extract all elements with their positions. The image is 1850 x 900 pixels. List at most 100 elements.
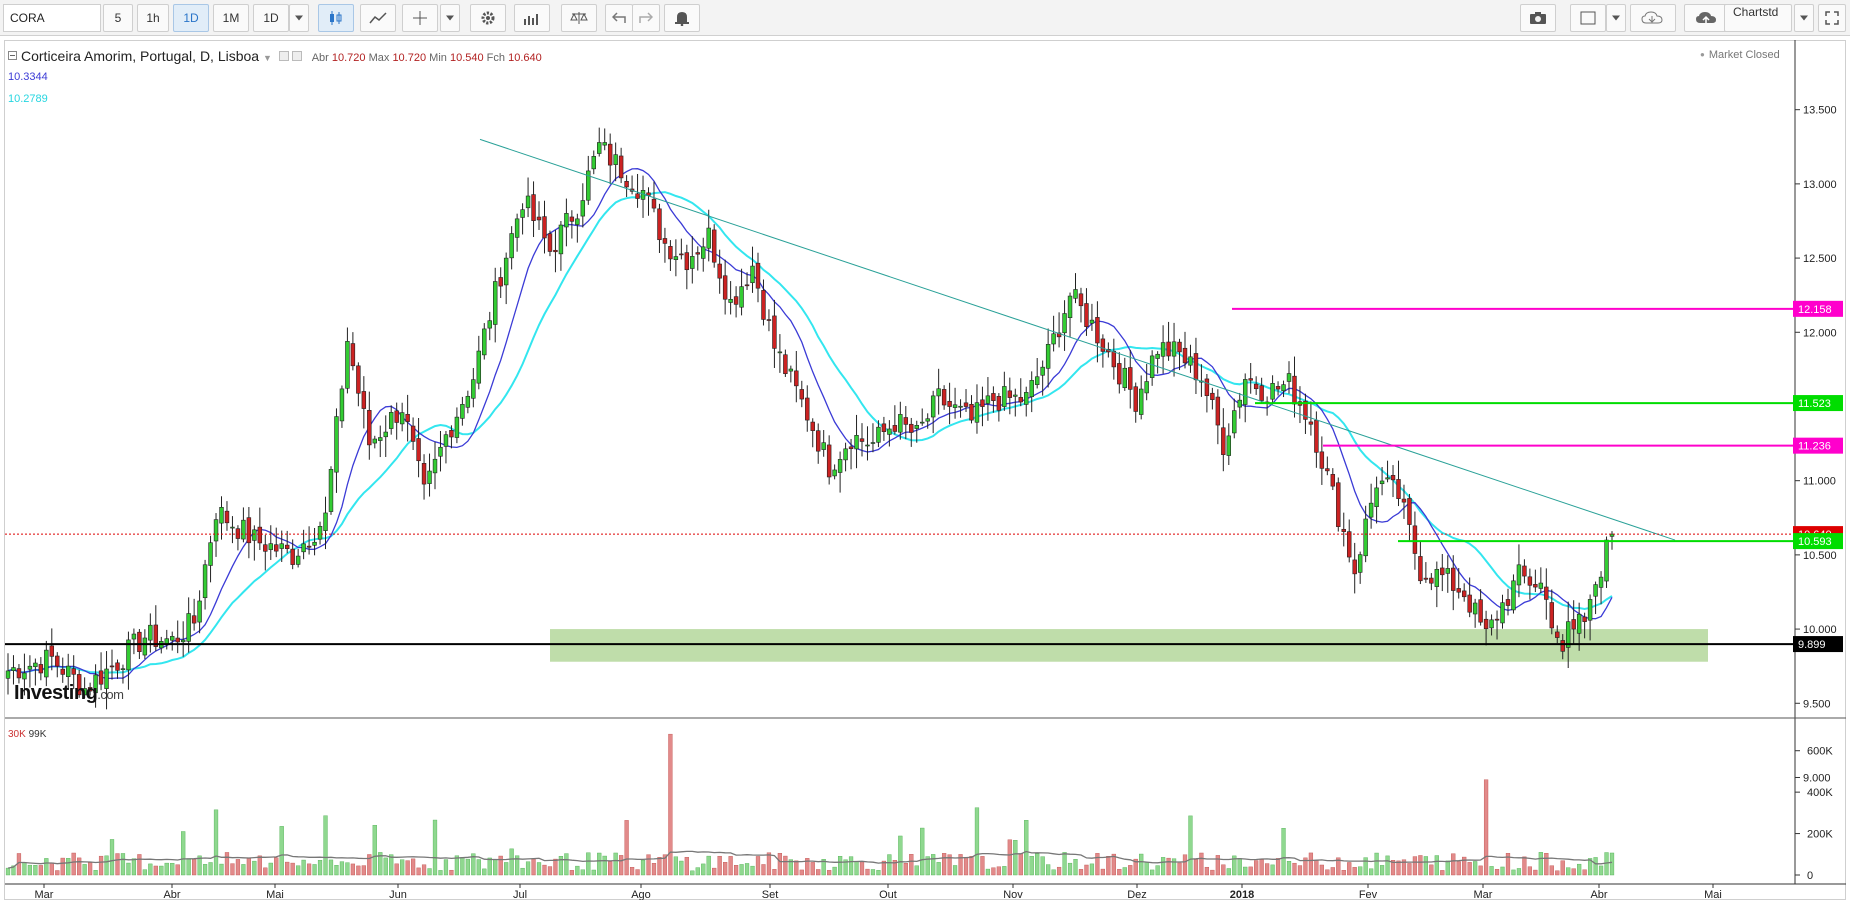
candle-body bbox=[701, 246, 706, 259]
candle-body bbox=[1407, 498, 1412, 525]
volume-bar bbox=[1281, 828, 1286, 876]
volume-bar bbox=[827, 870, 832, 876]
volume-bar bbox=[531, 858, 536, 876]
candle-body bbox=[471, 379, 476, 399]
volume-bar bbox=[104, 855, 109, 876]
volume-bar bbox=[750, 865, 755, 876]
candle-body bbox=[252, 529, 257, 541]
volume-bar bbox=[246, 858, 251, 876]
candle-body bbox=[980, 399, 985, 407]
candle-body bbox=[684, 252, 690, 271]
volume-bar bbox=[159, 865, 164, 876]
volume-bar bbox=[619, 855, 624, 876]
candle-body bbox=[432, 458, 438, 474]
price-tick-label: 10.500 bbox=[1803, 550, 1837, 562]
volume-bar bbox=[952, 865, 958, 876]
volume-bar bbox=[1013, 840, 1018, 876]
candle-body bbox=[1308, 421, 1314, 425]
volume-legend: 30K 99K bbox=[8, 729, 47, 740]
volume-bar bbox=[476, 859, 481, 876]
legend-close-icon[interactable] bbox=[291, 51, 302, 61]
candle-body bbox=[870, 442, 876, 444]
legend-settings-icon[interactable] bbox=[278, 51, 289, 61]
candle-body bbox=[1155, 353, 1160, 359]
candle-body bbox=[306, 545, 312, 548]
volume-bar bbox=[1500, 866, 1505, 876]
investing-logo: Investing.com bbox=[14, 682, 124, 704]
volume-bar bbox=[1002, 866, 1007, 876]
candle-body bbox=[213, 519, 219, 542]
price-tick-label: 9.000 bbox=[1803, 772, 1831, 784]
volume-bar bbox=[1073, 859, 1078, 876]
volume-bar bbox=[591, 869, 596, 876]
candle-body bbox=[920, 421, 925, 424]
candle-body bbox=[487, 320, 492, 329]
candle-body bbox=[1483, 618, 1489, 630]
volume-bar bbox=[82, 864, 87, 876]
volume-bar bbox=[629, 867, 635, 876]
volume-bar bbox=[597, 852, 602, 876]
candle-body bbox=[1423, 577, 1429, 580]
candle-body bbox=[1270, 383, 1275, 400]
candle-body bbox=[493, 281, 498, 325]
candle-body bbox=[454, 416, 460, 438]
candle-body bbox=[60, 668, 65, 675]
candle-body bbox=[1505, 599, 1511, 606]
candle-body bbox=[427, 470, 432, 484]
candle-body bbox=[750, 265, 755, 284]
price-tick-label: 9.500 bbox=[1803, 698, 1831, 710]
market-status: Market Closed bbox=[1700, 49, 1780, 61]
volume-bar bbox=[208, 862, 213, 876]
candle-body bbox=[1182, 347, 1188, 364]
volume-bar bbox=[1483, 779, 1489, 876]
candle-body bbox=[1456, 588, 1461, 593]
volume-bar bbox=[1199, 852, 1204, 876]
volume-bar bbox=[1571, 868, 1576, 876]
price-tick-label: 12.500 bbox=[1803, 253, 1837, 265]
volume-bar bbox=[1193, 859, 1199, 876]
candle-body bbox=[788, 368, 794, 372]
price-chart[interactable]: 13.50013.00012.50012.00011.50011.00010.5… bbox=[0, 0, 1850, 900]
volume-bar bbox=[1434, 855, 1439, 876]
ma-slow-value: 10.2789 bbox=[8, 93, 48, 105]
volume-bar bbox=[553, 858, 558, 876]
candle-body bbox=[859, 438, 865, 442]
volume-bar bbox=[405, 860, 410, 876]
volume-bar bbox=[723, 862, 728, 876]
candle-body bbox=[914, 425, 919, 429]
candle-body bbox=[1582, 616, 1587, 622]
volume-bar bbox=[525, 861, 531, 876]
candle-body bbox=[1286, 373, 1292, 382]
volume-bar bbox=[712, 867, 717, 876]
volume-bar bbox=[865, 868, 870, 876]
candle-body bbox=[728, 298, 733, 303]
collapse-icon[interactable] bbox=[8, 51, 17, 60]
volume-bar bbox=[137, 854, 142, 876]
volume-bar bbox=[372, 825, 377, 876]
volume-bar bbox=[44, 858, 49, 876]
volume-bar bbox=[427, 868, 432, 876]
candle-body bbox=[930, 395, 936, 418]
candle-body bbox=[191, 615, 197, 624]
candle-body bbox=[755, 262, 761, 289]
volume-bar bbox=[1237, 858, 1242, 876]
candle-body bbox=[246, 517, 252, 544]
candle-body bbox=[66, 665, 71, 678]
candle-body bbox=[815, 430, 821, 452]
volume-bar bbox=[624, 820, 629, 876]
volume-bar bbox=[235, 859, 241, 876]
volume-bar bbox=[509, 848, 514, 876]
candle-body bbox=[388, 412, 394, 429]
candle-body bbox=[1084, 303, 1089, 327]
volume-bar bbox=[1221, 864, 1226, 876]
candle-body bbox=[706, 227, 711, 249]
candle-body bbox=[892, 425, 898, 432]
volume-bar bbox=[27, 864, 33, 876]
volume-bar bbox=[898, 835, 903, 876]
title-dropdown-icon[interactable]: ▼ bbox=[263, 53, 272, 63]
volume-bar bbox=[1035, 853, 1040, 876]
volume-bar bbox=[914, 865, 919, 876]
time-tick-label: Dez bbox=[1127, 889, 1147, 900]
volume-bar bbox=[728, 856, 733, 876]
trendline bbox=[479, 138, 1676, 541]
